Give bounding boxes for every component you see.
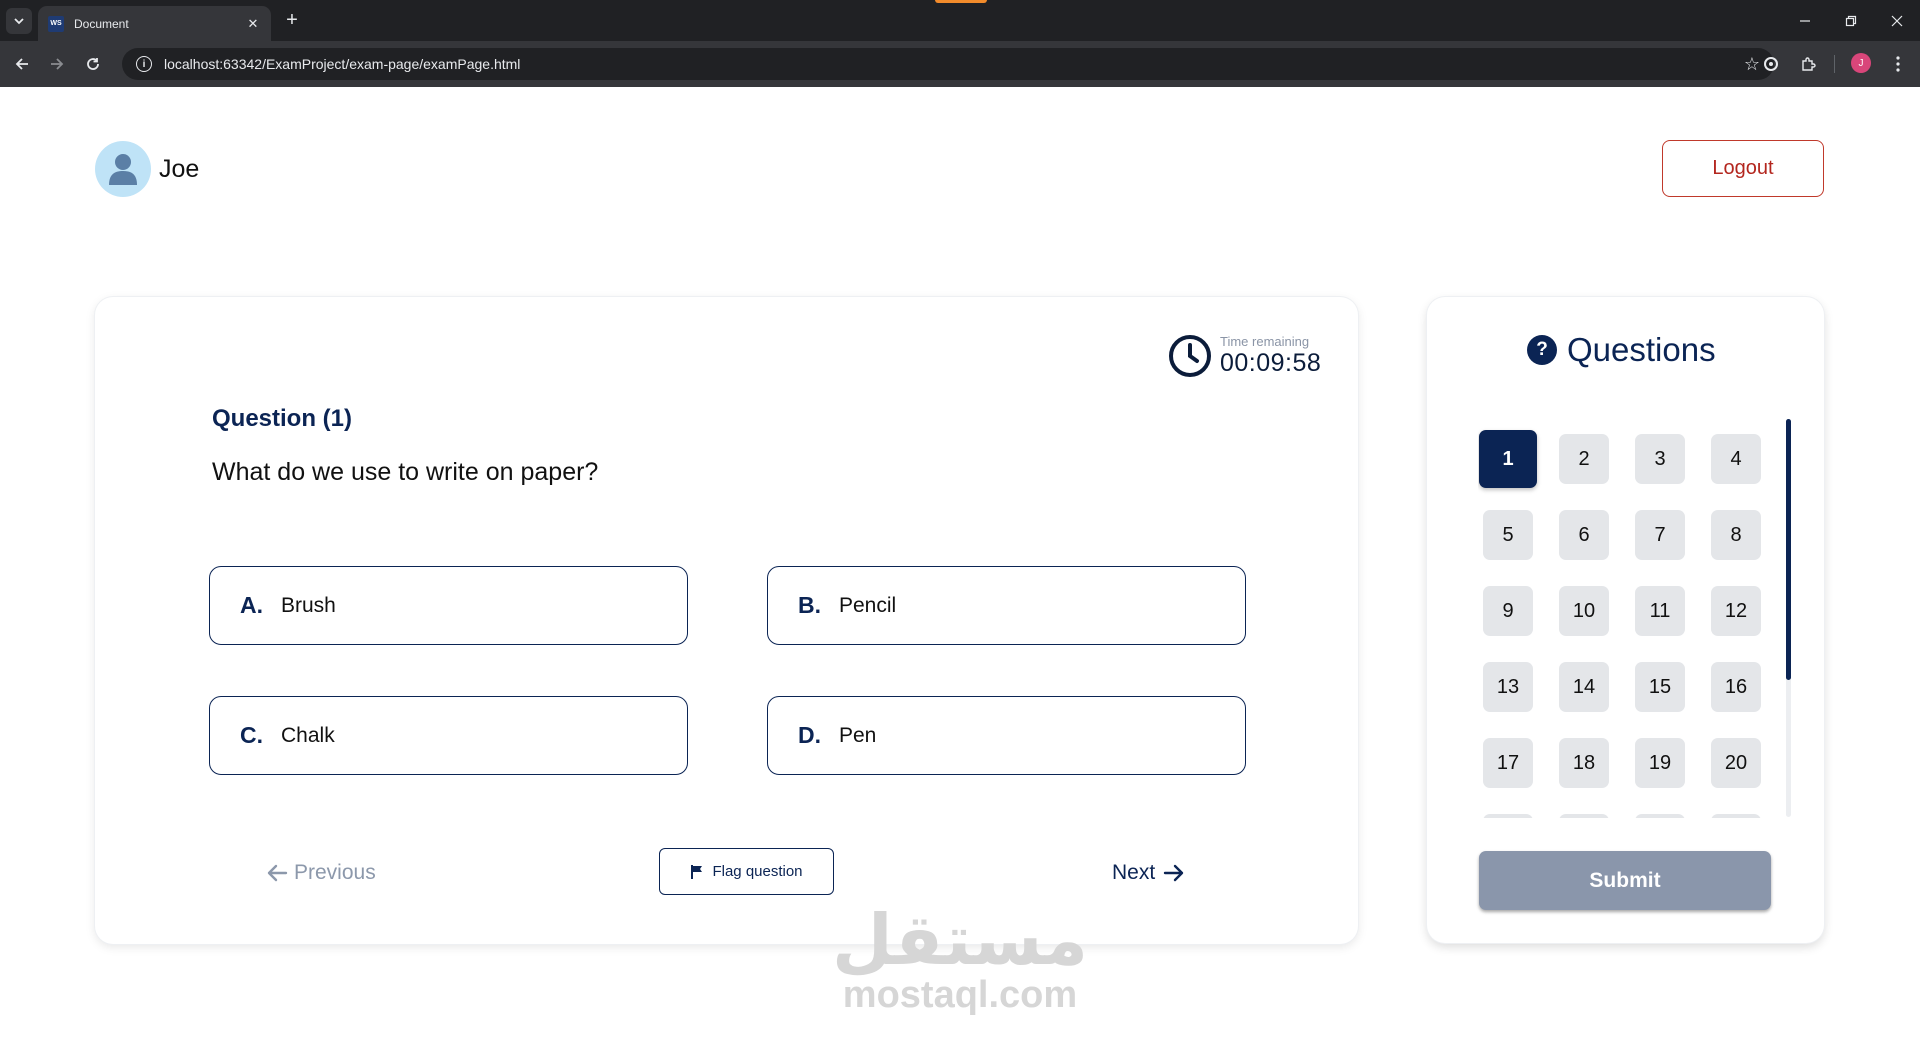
option-text: Pen [839,723,877,747]
webstorm-favicon-icon: WS [48,15,64,32]
watermark-arabic: مستقل [831,901,1088,979]
tab-title: Document [74,16,129,31]
flag-question-button[interactable]: Flag question [659,848,834,895]
next-button[interactable]: Next [1112,855,1185,891]
question-nav-10[interactable]: 10 [1559,586,1609,636]
watermark-latin: mostaql.com [842,974,1078,1016]
question-nav-1[interactable]: 1 [1479,430,1537,488]
question-nav-14[interactable]: 14 [1559,662,1609,712]
browser-tabstrip: WS Document ✕ + [0,0,1920,41]
bookmark-star-icon[interactable]: ☆ [1744,54,1760,75]
back-arrow-icon[interactable] [9,51,35,77]
tab-search-chevron-icon[interactable] [6,8,32,34]
option-text: Pencil [839,593,897,617]
questions-title: Questions [1567,331,1716,368]
question-nav-16[interactable]: 16 [1711,662,1761,712]
question-nav-3[interactable]: 3 [1635,434,1685,484]
user-header: Joe [95,141,199,197]
extensions-puzzle-icon[interactable] [1797,53,1819,75]
question-mark-icon: ? [1527,335,1557,365]
option-d[interactable]: D. Pen [767,696,1246,775]
question-grid: 1 2 3 4 5 6 7 8 9 10 11 12 13 14 15 16 17 18 19 20 [1478,427,1778,818]
option-text: Brush [281,593,336,617]
question-nav-5[interactable]: 5 [1483,510,1533,560]
browser-tab-active[interactable]: WS Document ✕ [38,6,271,41]
username: Joe [159,154,200,183]
site-info-icon[interactable]: i [136,56,152,72]
option-letter: D. [798,722,821,748]
option-letter: A. [240,592,263,618]
option-a[interactable]: A. Brush [209,566,688,645]
question-nav-19[interactable]: 19 [1635,738,1685,788]
reload-icon[interactable] [80,51,106,77]
question-grid-scrollbar[interactable] [1786,419,1791,817]
question-nav-15[interactable]: 15 [1635,662,1685,712]
question-nav-hidden[interactable] [1635,814,1685,818]
option-c[interactable]: C. Chalk [209,696,688,775]
option-letter: C. [240,722,263,748]
user-avatar-icon [95,141,151,197]
browser-toolbar: i localhost:63342/ExamProject/exam-page/… [0,41,1920,87]
option-text: Chalk [281,723,335,747]
submit-button[interactable]: Submit [1479,851,1771,910]
previous-label: Previous [294,861,376,884]
forward-arrow-icon[interactable] [44,51,70,77]
question-grid-scroll[interactable]: 1 2 3 4 5 6 7 8 9 10 11 12 13 14 15 16 17 18 19 20 [1478,427,1778,818]
new-tab-plus-icon[interactable]: + [281,9,303,31]
question-nav-4[interactable]: 4 [1711,434,1761,484]
question-nav-9[interactable]: 9 [1483,586,1533,636]
scrollbar-thumb[interactable] [1786,419,1791,680]
toolbar-separator [1834,55,1835,73]
question-nav-8[interactable]: 8 [1711,510,1761,560]
timer-label: Time remaining [1220,334,1310,349]
question-nav-hidden[interactable] [1483,814,1533,818]
timer: Time remaining 00:09:58 [1168,334,1321,378]
question-nav-6[interactable]: 6 [1559,510,1609,560]
tab-close-icon[interactable]: ✕ [245,16,261,32]
mostaql-watermark: مستقل mostaql.com [780,905,1140,1015]
question-nav-2[interactable]: 2 [1559,434,1609,484]
question-text: What do we use to write on paper? [212,458,599,486]
google-lens-icon[interactable] [1760,53,1782,75]
arrow-left-icon [267,864,288,882]
tabstrip-accent [935,0,987,3]
arrow-right-icon [1163,864,1184,882]
question-nav-7[interactable]: 7 [1635,510,1685,560]
minimize-icon[interactable] [1782,0,1828,41]
logout-button[interactable]: Logout [1662,140,1824,197]
question-nav-hidden[interactable] [1559,814,1609,818]
previous-button[interactable]: Previous [266,855,376,891]
question-nav-17[interactable]: 17 [1483,738,1533,788]
question-nav-13[interactable]: 13 [1483,662,1533,712]
option-letter: B. [798,592,821,618]
question-nav-hidden[interactable] [1711,814,1761,818]
url-text: localhost:63342/ExamProject/exam-page/ex… [164,56,521,72]
profile-avatar[interactable]: J [1851,53,1871,73]
next-label: Next [1112,861,1156,884]
window-close-icon[interactable] [1874,0,1920,41]
question-nav-18[interactable]: 18 [1559,738,1609,788]
clock-icon [1169,335,1211,377]
timer-value: 00:09:58 [1220,349,1322,377]
option-b[interactable]: B. Pencil [767,566,1246,645]
restore-icon[interactable] [1828,0,1874,41]
questions-panel-title: ? Questions [1527,331,1716,369]
question-number: Question (1) [212,405,353,432]
flag-icon [691,864,703,879]
address-bar[interactable]: i localhost:63342/ExamProject/exam-page/… [122,48,1774,80]
flag-label: Flag question [712,863,803,880]
question-nav-20[interactable]: 20 [1711,738,1761,788]
question-nav-12[interactable]: 12 [1711,586,1761,636]
browser-menu-kebab-icon[interactable] [1887,53,1909,75]
question-nav-11[interactable]: 11 [1635,586,1685,636]
